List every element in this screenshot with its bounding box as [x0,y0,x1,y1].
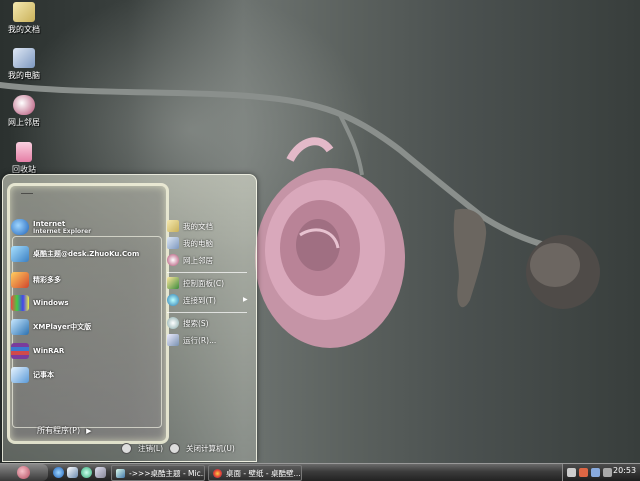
desktop-icon-network-places[interactable]: 网上邻居 [0,95,48,128]
program-title: Internet [33,219,66,228]
start-button[interactable] [0,464,48,481]
recycle-bin-icon [16,142,32,162]
computer-icon [13,48,35,68]
program-subtitle: Internet Explorer [33,227,92,235]
menu-divider [167,272,247,273]
program-title: 桌酷主题@desk.ZhuoKu.Com [33,250,140,258]
app-icon [11,272,29,288]
start-control-panel[interactable]: 控制面板(C) [167,276,224,290]
start-my-documents[interactable]: 我的文档 [167,219,213,233]
globe-icon [167,294,179,306]
program-zhuoku-theme[interactable]: 桌酷主题@desk.ZhuoKu.Com [11,246,139,262]
menu-item-label: 我的文档 [183,221,213,231]
media-player-icon [11,319,29,335]
start-connect-to[interactable]: 连接到(T) [167,293,216,307]
task-label: 桌面 - 壁纸 - 桌酷壁... [226,468,301,478]
start-search[interactable]: 搜索(S) [167,316,209,330]
program-title: 记事本 [33,371,54,379]
menu-item-label: 网上邻居 [183,255,213,265]
program-title: Windows [33,299,69,307]
menu-item-label: 控制面板(C) [183,278,225,288]
tray-expand-icon[interactable] [567,468,576,477]
program-notepad[interactable]: 记事本 [11,367,54,383]
desktop-icon-my-computer[interactable]: 我的电脑 [0,48,48,81]
program-title: WinRAR [33,347,65,355]
program-title: XMPlayer中文版 [33,323,92,331]
run-icon [167,334,179,346]
taskbar: ->>>桌酷主题 - Mic... 桌面 - 壁纸 - 桌酷壁... [0,463,640,481]
program-internet-explorer[interactable]: Internet Internet Explorer [11,219,91,235]
quicklaunch-desktop-icon[interactable] [67,467,78,478]
shutdown-button[interactable]: 关闭计算机(U) [169,443,235,454]
computer-icon [167,237,179,249]
folder-icon [13,2,35,22]
desktop-icon-my-documents[interactable]: 我的文档 [0,2,48,35]
submenu-arrow-icon: ▶ [243,296,248,303]
winrar-icon [11,343,29,359]
menu-item-label: 连接到(T) [183,295,216,305]
menu-item-label: 我的电脑 [183,238,213,248]
tray-volume-icon[interactable] [603,468,612,477]
all-programs-button[interactable]: 所有程序(P) ▶ [37,425,91,436]
logoff-label: 注销(L) [138,444,164,453]
logoff-button[interactable]: 注销(L) [121,443,163,454]
quicklaunch-ie-icon[interactable] [53,467,64,478]
menu-item-label: 运行(R)... [183,335,217,345]
folder-icon [167,220,179,232]
menu-item-label: 搜索(S) [183,318,209,328]
logoff-icon [121,443,132,454]
program-recent-2[interactable]: Windows [11,295,69,311]
shutdown-label: 关闭计算机(U) [186,444,235,453]
window-icon [116,468,125,478]
desktop-icon-label: 网上邻居 [8,118,40,127]
start-menu-footer: 注销(L) 关闭计算机(U) [3,439,256,461]
taskbar-clock[interactable]: 20:53 [613,466,636,475]
internet-explorer-icon [11,219,29,235]
quicklaunch-folder-icon[interactable] [95,467,106,478]
tray-security-icon[interactable] [579,468,588,477]
start-network-places[interactable]: 网上邻居 [167,253,213,267]
program-winrar[interactable]: WinRAR [11,343,64,359]
desktop-icon-recycle-bin[interactable]: 回收站 [0,142,48,175]
tray-network-icon[interactable] [591,468,600,477]
task-button-desktop-wallpaper[interactable]: 桌面 - 壁纸 - 桌酷壁... [208,465,302,481]
task-button-zhuoku-theme[interactable]: ->>>桌酷主题 - Mic... [111,465,205,481]
task-label: ->>>桌酷主题 - Mic... [129,468,205,478]
start-menu: Internet Internet Explorer 桌酷主题@desk.Zhu… [2,174,257,462]
theme-icon [11,246,29,262]
start-orb-icon [17,466,30,479]
menu-divider [167,312,247,313]
power-icon [169,443,180,454]
start-my-computer[interactable]: 我的电脑 [167,236,213,250]
search-icon [167,317,179,329]
browser-icon [213,468,222,478]
windows-icon [11,295,29,311]
network-icon [13,95,35,115]
all-programs-label: 所有程序(P) [37,426,81,435]
network-icon [167,254,179,266]
quicklaunch-media-icon[interactable] [81,467,92,478]
start-run[interactable]: 运行(R)... [167,333,216,347]
program-title: 精彩多多 [33,276,61,284]
notepad-icon [11,367,29,383]
program-recent-1[interactable]: 精彩多多 [11,272,61,288]
arrow-right-icon: ▶ [86,427,92,435]
desktop-icon-label: 我的文档 [8,25,40,34]
control-panel-icon [167,277,179,289]
program-xmplayer[interactable]: XMPlayer中文版 [11,319,91,335]
desktop-icon-label: 我的电脑 [8,71,40,80]
